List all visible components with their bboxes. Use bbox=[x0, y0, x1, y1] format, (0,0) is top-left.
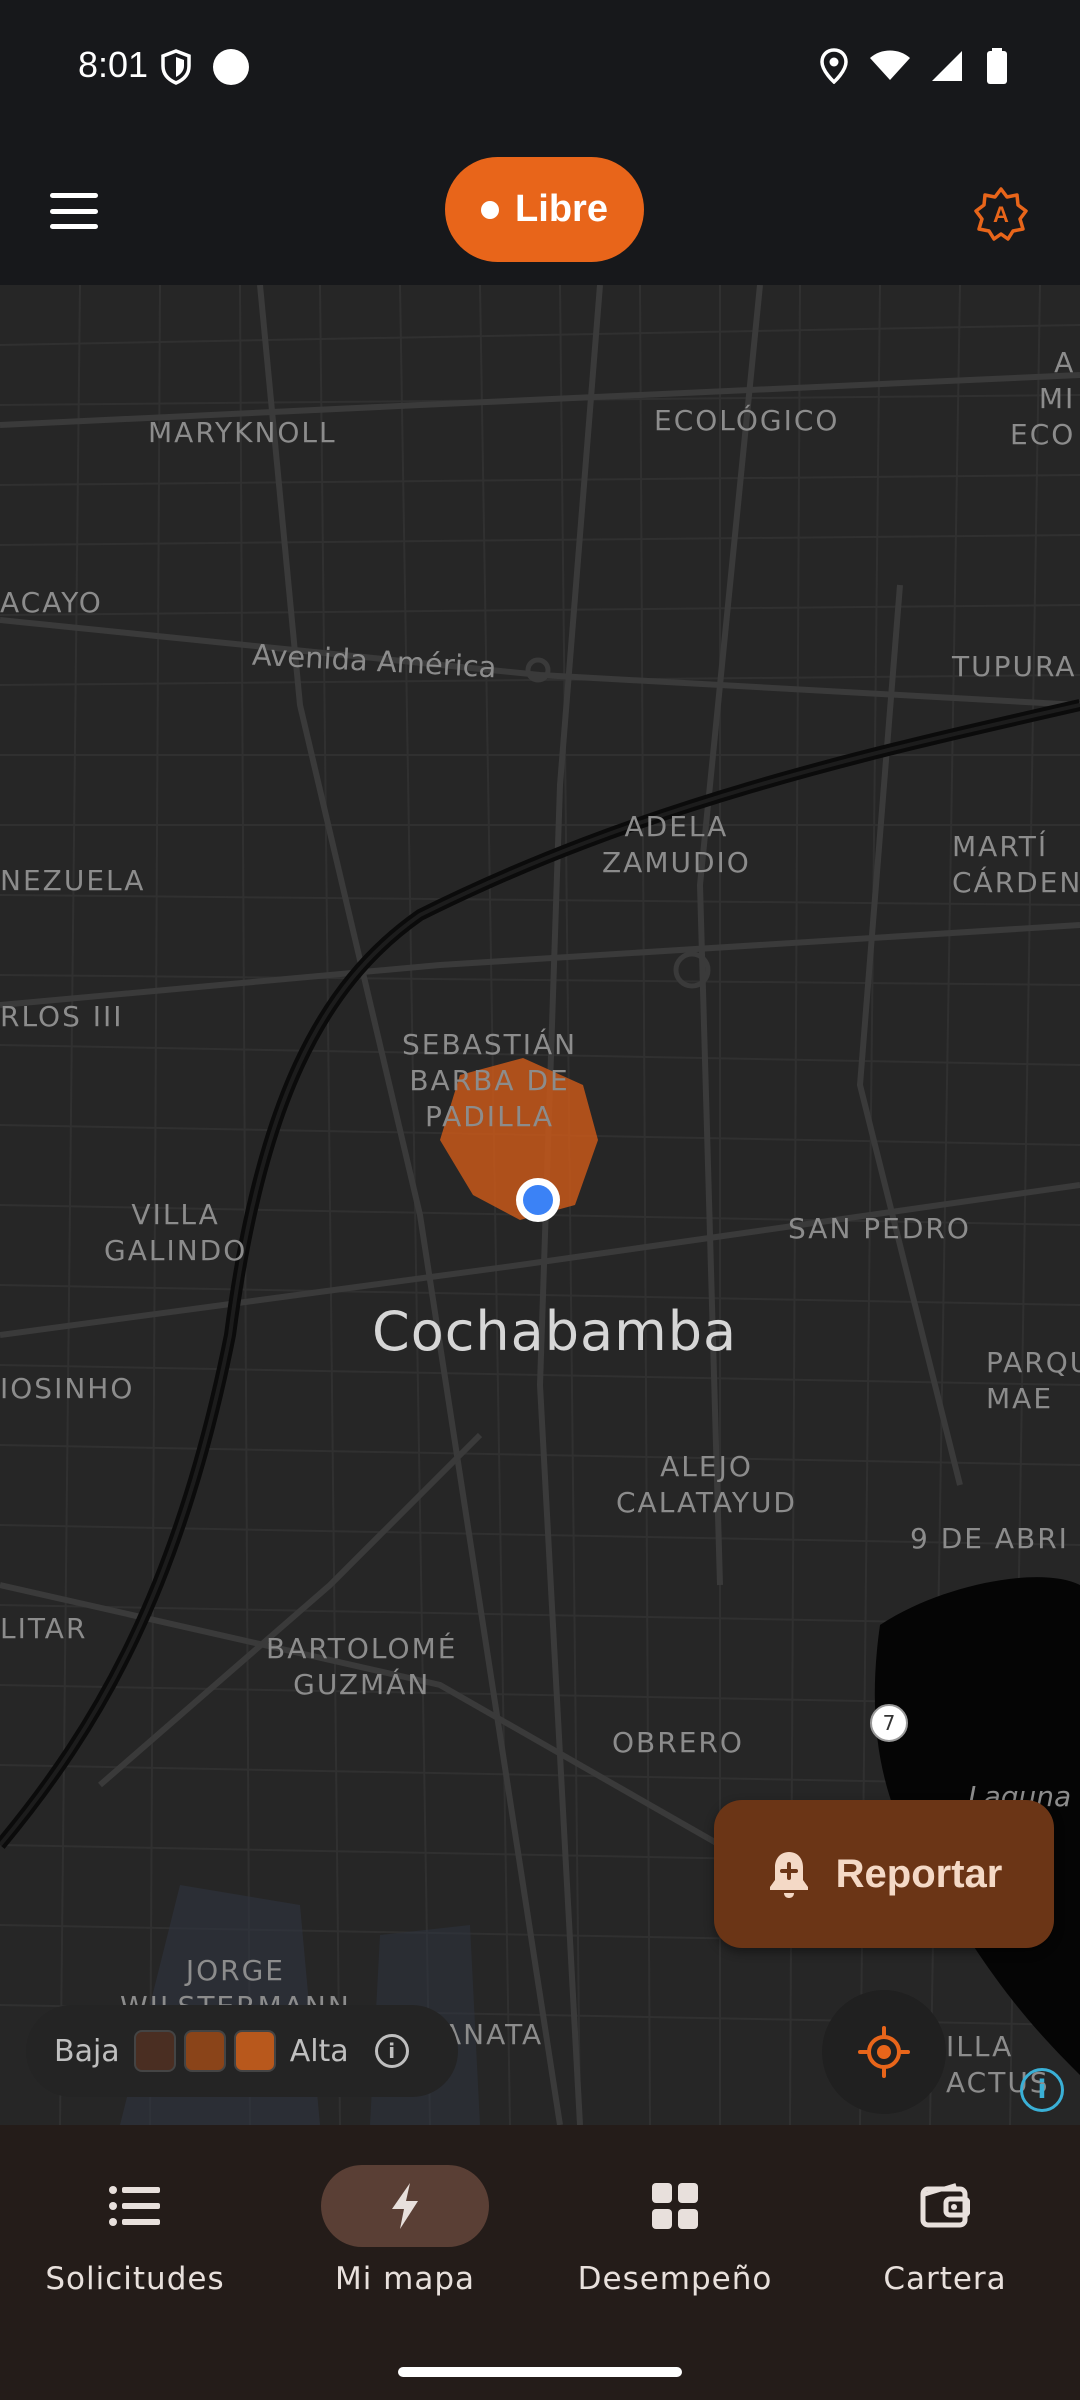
nav-item-cartera[interactable]: Cartera bbox=[810, 2165, 1080, 2325]
map-label-san-pedro: SAN PEDRO bbox=[788, 1212, 971, 1245]
my-location-button[interactable] bbox=[822, 1990, 946, 2114]
map-label-rlos-iii: RLOS III bbox=[0, 1000, 124, 1033]
map-label-litar: LITAR bbox=[0, 1612, 88, 1645]
map-label-alejo-calatayud: ALEJO CALATAYUD bbox=[616, 1450, 797, 1519]
legend-swatch-high bbox=[233, 2030, 276, 2072]
status-dot bbox=[481, 200, 500, 219]
wifi-icon bbox=[870, 50, 910, 80]
availability-status-pill[interactable]: Libre bbox=[445, 157, 644, 262]
map-label-mi-eco: A MI ECO bbox=[1010, 346, 1076, 451]
shield-icon bbox=[161, 49, 191, 85]
menu-icon bbox=[50, 193, 98, 198]
nav-item-mi-mapa[interactable]: Mi mapa bbox=[270, 2165, 540, 2325]
legend-swatch-low bbox=[133, 2030, 176, 2072]
legend-info-icon[interactable]: i bbox=[374, 2034, 409, 2068]
legend-low-label: Baja bbox=[54, 2033, 120, 2069]
svg-text:A: A bbox=[993, 202, 1009, 227]
home-indicator[interactable] bbox=[398, 2367, 682, 2377]
grid-icon bbox=[652, 2183, 698, 2229]
current-location-marker bbox=[516, 1178, 560, 1222]
legend-high-label: Alta bbox=[289, 2033, 349, 2069]
circle-notification-icon bbox=[213, 49, 249, 85]
legend-swatch-mid bbox=[183, 2030, 226, 2072]
menu-button[interactable] bbox=[44, 183, 104, 239]
map-label-parque-mae: PARQU MAE bbox=[986, 1346, 1080, 1415]
list-icon bbox=[109, 2186, 160, 2226]
map-label-9-de-abril: 9 DE ABRI bbox=[910, 1522, 1069, 1555]
map-label-maryknoll: MARYKNOLL bbox=[148, 416, 337, 449]
map-label-sebastian: SEBASTIÁN BARBA DE PADILLA bbox=[402, 1028, 578, 1133]
route-number-badge: 7 bbox=[870, 1704, 908, 1742]
nav-label-cartera: Cartera bbox=[883, 2261, 1007, 2297]
map-label-iosinho: IOSINHO bbox=[0, 1372, 135, 1405]
bell-add-icon bbox=[769, 1852, 808, 1898]
map-label-villa-galindo: VILLA GALINDO bbox=[104, 1198, 248, 1267]
demand-legend: Baja Alta i bbox=[26, 2005, 458, 2097]
bottom-navigation: Solicitudes Mi mapa Desempeño Cartera bbox=[0, 2125, 1080, 2400]
location-status-icon bbox=[820, 48, 848, 84]
map-label-bartolome-guzman: BARTOLOMÉ GUZMÁN bbox=[266, 1632, 458, 1701]
battery-icon bbox=[987, 48, 1007, 84]
report-button[interactable]: Reportar bbox=[714, 1800, 1054, 1948]
nav-item-desempeno[interactable]: Desempeño bbox=[540, 2165, 810, 2325]
map-label-marti-cardenas: MARTÍ CÁRDEN bbox=[952, 830, 1080, 899]
map-label-obrero: OBRERO bbox=[612, 1726, 744, 1759]
status-bar: 8:01 bbox=[0, 0, 1080, 135]
map-label-ecologico: ECOLÓGICO bbox=[654, 404, 840, 437]
bolt-icon bbox=[392, 2183, 418, 2229]
auto-theme-button[interactable]: A bbox=[966, 179, 1036, 249]
report-button-label: Reportar bbox=[835, 1851, 1003, 1896]
wallet-icon bbox=[920, 2183, 970, 2228]
crosshair-icon bbox=[858, 2026, 910, 2078]
nav-item-solicitudes[interactable]: Solicitudes bbox=[0, 2165, 270, 2325]
availability-status-label: Libre bbox=[515, 188, 608, 230]
nav-label-solicitudes: Solicitudes bbox=[45, 2261, 225, 2297]
map-label-acayo: ACAYO bbox=[0, 586, 103, 619]
status-time: 8:01 bbox=[78, 44, 149, 85]
map-label-nezuela: NEZUELA bbox=[0, 864, 146, 897]
map-label-tupura: TUPURA bbox=[952, 650, 1077, 683]
signal-icon bbox=[932, 51, 962, 81]
nav-label-desempeno: Desempeño bbox=[577, 2261, 773, 2297]
app-bar: Libre A bbox=[0, 135, 1080, 285]
nav-label-mi-mapa: Mi mapa bbox=[334, 2261, 476, 2297]
auto-brightness-icon: A bbox=[974, 187, 1028, 241]
map-label-adela-zamudio: ADELA ZAMUDIO bbox=[602, 810, 751, 879]
map-city-label: Cochabamba bbox=[372, 1300, 738, 1363]
map-attribution-info-icon[interactable]: i bbox=[1020, 2068, 1064, 2112]
